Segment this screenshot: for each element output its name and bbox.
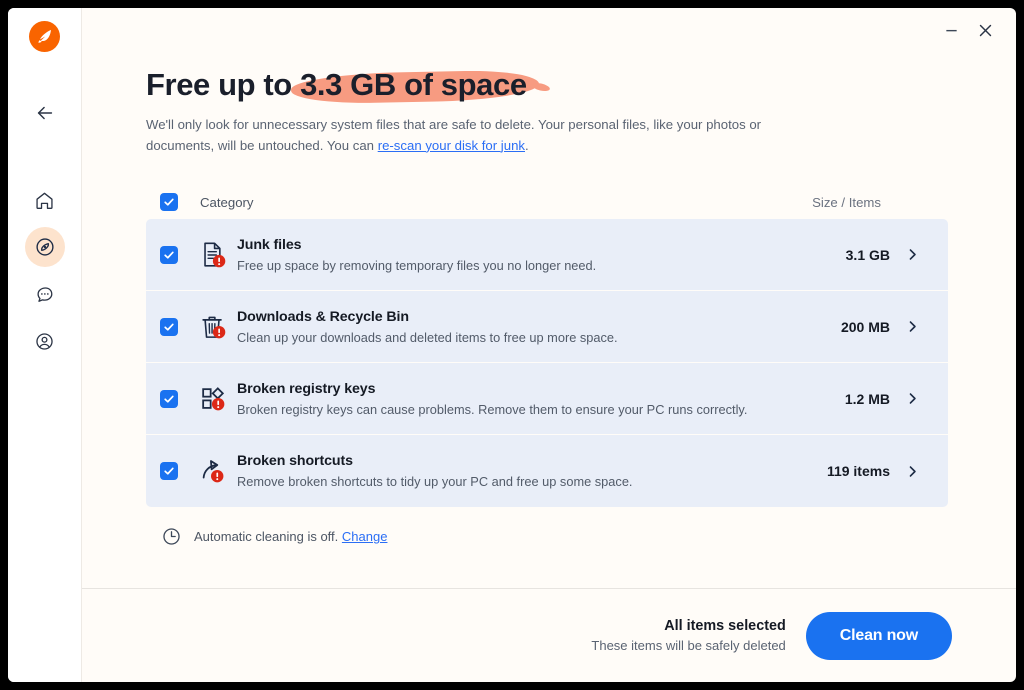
chevron-right-icon <box>909 321 916 333</box>
category-table: Category Size / Items Junk files Free up… <box>146 185 948 508</box>
row-description: Free up space by removing temporary file… <box>237 257 597 273</box>
row-icon-cell <box>193 312 233 342</box>
check-icon <box>164 395 174 403</box>
automatic-cleaning-text: Automatic cleaning is off. Change <box>194 529 387 544</box>
table-header-row: Category Size / Items <box>146 185 948 219</box>
select-all-checkbox[interactable] <box>160 193 178 212</box>
row-expand-button[interactable] <box>890 320 934 333</box>
row-icon-cell <box>193 456 233 486</box>
chevron-right-icon <box>909 393 916 405</box>
row-expand-button[interactable] <box>890 392 934 405</box>
document-warning-icon <box>204 242 226 268</box>
back-arrow-icon <box>37 106 52 120</box>
automatic-cleaning-label: Automatic cleaning is off. <box>194 529 342 545</box>
row-title: Junk files <box>237 236 302 253</box>
close-icon <box>979 24 991 36</box>
minimize-button[interactable] <box>934 15 968 45</box>
row-icon-cell <box>193 240 233 270</box>
row-size: 1.2 MB <box>844 390 890 407</box>
check-icon <box>164 468 174 476</box>
headline-prefix: Free up to <box>146 67 301 102</box>
close-button[interactable] <box>968 15 1002 45</box>
chat-icon <box>37 286 53 302</box>
row-title: Broken shortcuts <box>237 453 353 470</box>
sidebar-item-explore[interactable] <box>24 227 65 267</box>
row-checkbox-broken-registry-keys[interactable] <box>160 389 178 408</box>
row-checkbox-downloads-recycle-bin[interactable] <box>160 317 178 336</box>
account-icon <box>36 332 53 350</box>
compass-icon <box>35 238 54 256</box>
sidebar <box>8 8 82 682</box>
title-bar <box>82 8 1016 52</box>
chevron-right-icon <box>909 249 916 261</box>
sidebar-item-support[interactable] <box>25 274 65 314</box>
check-icon <box>164 323 174 331</box>
footer-status-subtitle: These items will be safely deleted <box>591 638 786 653</box>
row-size: 3.1 GB <box>845 246 890 263</box>
row-size: 119 items <box>826 463 890 480</box>
page-title: Free up to 3.3 GB of space <box>146 67 948 105</box>
footer-status: All items selected These items will be s… <box>591 618 785 653</box>
check-icon <box>164 251 174 259</box>
clean-now-button[interactable]: Clean now <box>805 611 952 660</box>
row-title: Broken registry keys <box>237 380 376 397</box>
rescan-disk-link[interactable]: re-scan your disk for junk <box>378 138 525 153</box>
headline-highlight-wrap: 3.3 GB of space <box>290 67 539 105</box>
check-icon <box>164 199 174 207</box>
row-checkbox-broken-shortcuts[interactable] <box>160 462 178 481</box>
row-expand-button[interactable] <box>890 248 934 261</box>
column-header-category: Category <box>200 194 254 210</box>
shortcut-warning-icon <box>202 460 224 483</box>
avast-cleanup-logo <box>29 21 60 52</box>
table-row[interactable]: Broken registry keys Broken registry key… <box>146 363 948 436</box>
minimize-icon <box>945 29 957 31</box>
sidebar-nav <box>24 180 65 368</box>
content-area: Free up to 3.3 GB of space We'll only lo… <box>82 52 1016 588</box>
table-row[interactable]: Broken shortcuts Remove broken shortcuts… <box>146 435 948 508</box>
row-title: Downloads & Recycle Bin <box>237 308 409 325</box>
automatic-cleaning-status: Automatic cleaning is off. Change <box>146 526 948 547</box>
table-row[interactable]: Junk files Free up space by removing tem… <box>146 219 948 292</box>
table-row[interactable]: Downloads & Recycle Bin Clean up your do… <box>146 291 948 364</box>
row-description: Broken registry keys can cause problems.… <box>237 401 748 417</box>
row-checkbox-junk-files[interactable] <box>160 245 178 264</box>
main-panel: Free up to 3.3 GB of space We'll only lo… <box>82 8 1016 682</box>
row-text-cell: Junk files Free up space by removing tem… <box>237 237 596 273</box>
row-icon-cell <box>193 384 233 414</box>
row-text-cell: Broken registry keys Broken registry key… <box>237 381 747 417</box>
row-description: Clean up your downloads and deleted item… <box>237 329 618 345</box>
home-icon <box>36 192 53 209</box>
category-rows: Junk files Free up space by removing tem… <box>146 219 948 508</box>
change-link[interactable]: Change <box>342 529 388 544</box>
trash-warning-icon <box>202 316 226 339</box>
registry-warning-icon <box>202 387 225 411</box>
sidebar-item-home[interactable] <box>25 180 65 220</box>
chevron-right-icon <box>909 466 916 477</box>
app-window: Free up to 3.3 GB of space We'll only lo… <box>8 8 1016 682</box>
subtitle-text-2: . <box>525 137 529 153</box>
row-size: 200 MB <box>840 318 890 335</box>
headline-highlight: 3.3 GB of space <box>300 67 527 102</box>
footer-bar: All items selected These items will be s… <box>82 588 1016 682</box>
row-expand-button[interactable] <box>890 465 934 478</box>
row-text-cell: Downloads & Recycle Bin Clean up your do… <box>237 309 618 345</box>
clock-icon <box>163 528 180 546</box>
row-text-cell: Broken shortcuts Remove broken shortcuts… <box>237 453 633 489</box>
column-header-size: Size / Items <box>812 194 881 210</box>
sidebar-item-account[interactable] <box>25 321 65 361</box>
footer-status-title: All items selected <box>664 618 786 634</box>
page-subtitle: We'll only look for unnecessary system f… <box>146 115 806 157</box>
sidebar-item-back[interactable] <box>26 94 64 132</box>
row-description: Remove broken shortcuts to tidy up your … <box>237 474 633 490</box>
